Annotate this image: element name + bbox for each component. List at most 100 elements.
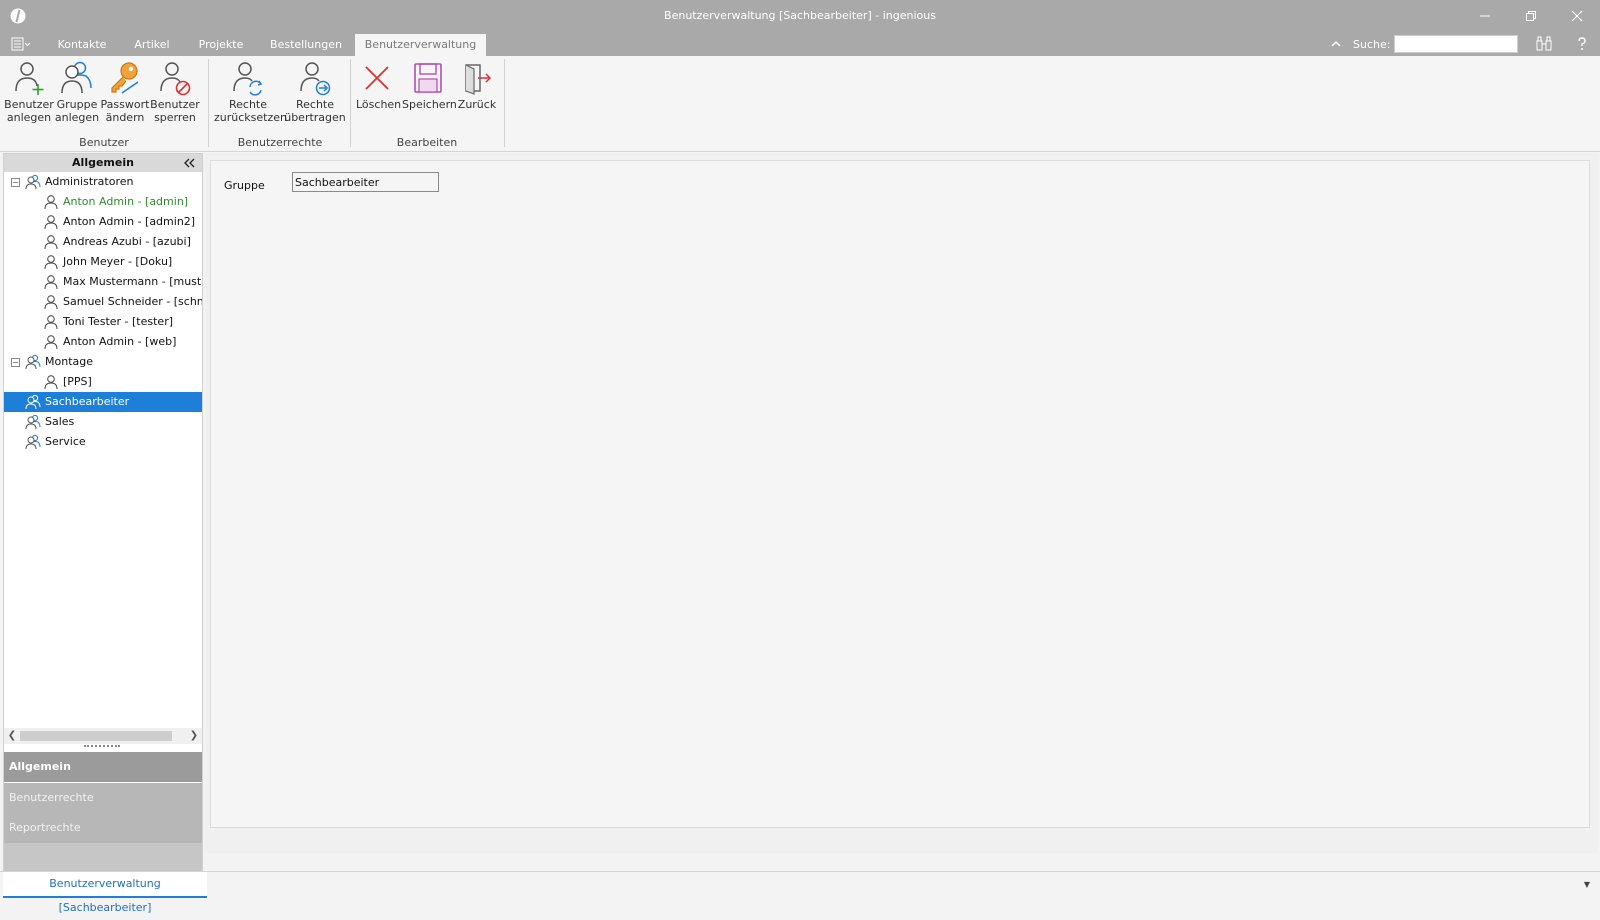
lock-user-label: Benutzer sperren (150, 98, 200, 124)
close-icon (1571, 10, 1583, 22)
collapse-toggle-icon[interactable]: − (11, 178, 20, 187)
document-tab-benutzerverwaltung[interactable]: Benutzerverwaltung [Sachbearbeiter] (3, 872, 207, 914)
group-field-label: Gruppe (224, 179, 265, 192)
user-icon (44, 215, 58, 230)
tree-item-administratoren[interactable]: − Administratoren (4, 172, 202, 192)
close-button[interactable] (1554, 0, 1600, 32)
add-group-button[interactable]: Gruppe anlegen (54, 60, 100, 130)
help-icon (1578, 37, 1586, 50)
nav-header: Allgemein (4, 154, 202, 172)
change-password-label: Passwort ändern (100, 98, 150, 124)
reset-rights-icon (233, 62, 263, 96)
transfer-rights-button[interactable]: Rechte übertragen (284, 60, 346, 130)
group-label-benutzer: Benutzer (79, 136, 129, 149)
tree-item-user[interactable]: [PPS] (4, 372, 202, 392)
tree-item-label: [PPS] (63, 375, 92, 388)
tree-item-label: John Meyer - [Doku] (63, 255, 173, 268)
group-icon (25, 394, 41, 410)
scroll-right-icon[interactable]: ❯ (187, 729, 201, 743)
tab-artikel[interactable]: Artikel (124, 34, 180, 56)
reset-rights-button[interactable]: Rechte zurücksetzen (214, 60, 287, 130)
save-label: Speichern (402, 98, 457, 111)
add-user-icon (15, 62, 44, 95)
nav-section-benutzerrechte[interactable]: Benutzerrechte (4, 783, 202, 813)
tree-item-label: Service (45, 435, 86, 448)
ribbon-tab-row: Kontakte Artikel Projekte Bestellungen B… (0, 32, 1600, 56)
ribbon-separator (208, 59, 209, 147)
collapse-ribbon-icon[interactable] (1328, 36, 1344, 52)
save-icon (414, 63, 442, 93)
save-button[interactable]: Speichern (402, 60, 457, 130)
tree-item-sachbearbeiter[interactable]: Sachbearbeiter (4, 392, 202, 412)
tree-item-label: Sachbearbeiter (45, 395, 130, 408)
user-tree: − Administratoren Anton Admin - [admin] … (4, 172, 202, 728)
tree-item-user[interactable]: Toni Tester - [tester] (4, 312, 202, 332)
tree-item-sales[interactable]: Sales (4, 412, 202, 432)
add-group-icon (61, 61, 92, 94)
user-icon (44, 295, 58, 310)
restore-button[interactable] (1508, 0, 1554, 32)
tree-item-user[interactable]: Max Mustermann - [musterma (4, 272, 202, 292)
main-content: Gruppe (205, 153, 1598, 853)
group-icon (25, 434, 41, 450)
change-password-button[interactable]: Passwort ändern (100, 60, 150, 130)
back-label: Zurück (457, 98, 497, 111)
transfer-rights-icon (300, 62, 331, 96)
delete-icon (365, 66, 389, 90)
tree-item-label: Max Mustermann - [musterma (63, 275, 202, 288)
tree-item-user[interactable]: Anton Admin - [admin] (4, 192, 202, 212)
tab-kontakte[interactable]: Kontakte (48, 34, 116, 56)
add-user-button[interactable]: Benutzer anlegen (4, 60, 54, 130)
tab-benutzerverwaltung[interactable]: Benutzerverwaltung (355, 34, 486, 56)
user-icon (44, 335, 58, 350)
nav-section-reportrechte[interactable]: Reportrechte (4, 813, 202, 843)
tab-bestellungen[interactable]: Bestellungen (262, 34, 350, 56)
tree-item-service[interactable]: Service (4, 432, 202, 452)
tab-projekte[interactable]: Projekte (188, 34, 254, 56)
ribbon-separator (504, 59, 505, 147)
tree-item-user[interactable]: Andreas Azubi - [azubi] (4, 232, 202, 252)
horizontal-scrollbar[interactable]: ❮ ❯ (4, 728, 202, 744)
nav-section-allgemein[interactable]: Allgemein (4, 752, 202, 782)
collapse-pane-icon[interactable] (182, 155, 196, 171)
pane-splitter[interactable] (4, 744, 202, 750)
tree-item-label: Toni Tester - [tester] (63, 315, 174, 328)
user-icon (44, 375, 58, 390)
exit-icon (465, 64, 492, 95)
delete-button[interactable]: Löschen (356, 60, 402, 130)
ribbon-separator (350, 59, 351, 147)
key-icon (111, 62, 139, 94)
scroll-left-icon[interactable]: ❮ (5, 729, 19, 743)
find-button[interactable] (1534, 35, 1554, 53)
group-icon (25, 174, 41, 190)
quick-menu-icon[interactable] (10, 35, 32, 53)
help-button[interactable] (1572, 35, 1592, 53)
tree-item-user[interactable]: Anton Admin - [web] (4, 332, 202, 352)
scrollbar-thumb[interactable] (20, 731, 172, 741)
tree-item-montage[interactable]: − Montage (4, 352, 202, 372)
title-bar: Benutzerverwaltung [Sachbearbeiter] - in… (0, 0, 1600, 32)
window-title: Benutzerverwaltung [Sachbearbeiter] - in… (664, 9, 936, 22)
tree-item-label: Anton Admin - [admin2] (63, 215, 196, 228)
delete-label: Löschen (356, 98, 402, 111)
detail-panel: Gruppe (210, 160, 1590, 828)
tree-item-label: Anton Admin - [admin] (63, 195, 189, 208)
lock-user-button[interactable]: Benutzer sperren (150, 60, 200, 130)
group-name-input[interactable] (292, 172, 439, 192)
tree-item-label: Samuel Schneider - [schneide (63, 295, 202, 308)
tree-item-user[interactable]: Samuel Schneider - [schneide (4, 292, 202, 312)
tree-item-user[interactable]: John Meyer - [Doku] (4, 252, 202, 272)
user-icon (44, 235, 58, 250)
reset-rights-label: Rechte zurücksetzen (214, 98, 287, 124)
navigation-pane: Allgemein − Administratoren Anton Admin … (3, 153, 203, 871)
document-tab-bar: Benutzerverwaltung [Sachbearbeiter] ▼ (0, 871, 1600, 914)
tree-item-label: Montage (45, 355, 93, 368)
tab-menu-icon[interactable]: ▼ (1584, 880, 1590, 889)
ribbon: Benutzer anlegen Gruppe anlegen Passwort… (0, 56, 1600, 152)
back-button[interactable]: Zurück (456, 60, 498, 130)
collapse-toggle-icon[interactable]: − (11, 358, 20, 367)
minimize-button[interactable] (1462, 0, 1508, 32)
tree-item-label: Andreas Azubi - [azubi] (63, 235, 191, 248)
tree-item-user[interactable]: Anton Admin - [admin2] (4, 212, 202, 232)
search-input[interactable] (1394, 35, 1518, 53)
